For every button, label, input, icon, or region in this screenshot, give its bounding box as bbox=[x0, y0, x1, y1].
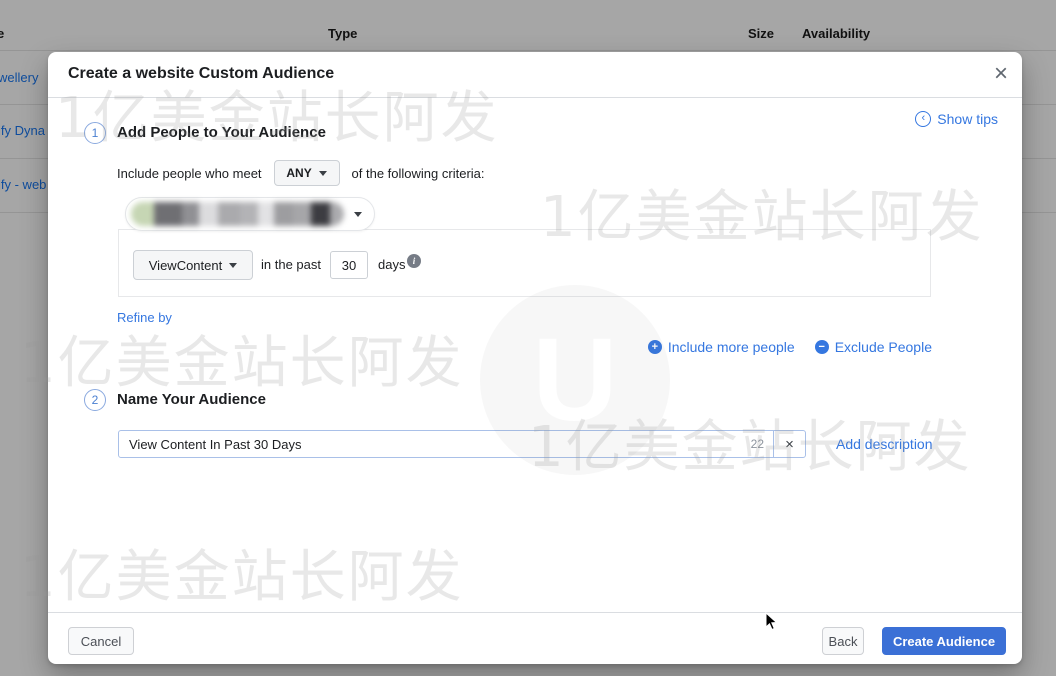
minus-circle-icon: − bbox=[815, 340, 829, 354]
days-input[interactable] bbox=[330, 251, 368, 279]
refine-by-link[interactable]: Refine by bbox=[117, 310, 172, 325]
step-1-badge: 1 bbox=[84, 122, 106, 144]
days-label: days bbox=[378, 257, 405, 272]
show-tips-link[interactable]: ‹ Show tips bbox=[915, 111, 998, 127]
header-divider bbox=[48, 97, 1022, 98]
match-any-dropdown[interactable]: ANY bbox=[274, 160, 340, 186]
exclude-people-label: Exclude People bbox=[835, 339, 932, 355]
char-count: 22 bbox=[751, 437, 773, 451]
back-button[interactable]: Back bbox=[822, 627, 864, 655]
exclude-people-link[interactable]: − Exclude People bbox=[815, 339, 932, 355]
audience-name-field: 22 × bbox=[118, 430, 806, 458]
include-suffix-label: of the following criteria: bbox=[352, 166, 485, 181]
footer-divider bbox=[48, 612, 1022, 613]
include-more-people-label: Include more people bbox=[668, 339, 795, 355]
match-any-value: ANY bbox=[286, 166, 311, 180]
in-the-past-label: in the past bbox=[261, 257, 321, 272]
dialog-title: Create a website Custom Audience bbox=[68, 65, 334, 83]
caret-down-icon bbox=[229, 263, 237, 268]
event-dropdown[interactable]: ViewContent bbox=[133, 250, 253, 280]
pixel-source-dropdown[interactable] bbox=[125, 197, 375, 231]
match-rule-row: Include people who meet ANY of the follo… bbox=[117, 160, 485, 186]
event-dropdown-value: ViewContent bbox=[149, 258, 222, 273]
audience-name-input[interactable] bbox=[119, 431, 751, 457]
cancel-button[interactable]: Cancel bbox=[68, 627, 134, 655]
include-more-people-link[interactable]: + Include more people bbox=[648, 339, 795, 355]
step-1-title: Add People to Your Audience bbox=[117, 124, 326, 141]
create-audience-button[interactable]: Create Audience bbox=[882, 627, 1006, 655]
redacted-pixel-name bbox=[131, 202, 344, 226]
step-2-title: Name Your Audience bbox=[117, 391, 266, 408]
caret-down-icon bbox=[354, 212, 362, 217]
include-exclude-row: + Include more people − Exclude People bbox=[648, 339, 932, 355]
close-icon[interactable]: × bbox=[994, 60, 1008, 89]
plus-circle-icon: + bbox=[648, 340, 662, 354]
include-prefix-label: Include people who meet bbox=[117, 166, 262, 181]
step-2-badge: 2 bbox=[84, 389, 106, 411]
clear-name-button[interactable]: × bbox=[773, 431, 805, 457]
add-description-link[interactable]: Add description bbox=[836, 436, 933, 452]
caret-down-icon bbox=[319, 171, 327, 176]
chevron-left-circle-icon: ‹ bbox=[915, 111, 931, 127]
show-tips-label: Show tips bbox=[937, 111, 998, 127]
create-custom-audience-dialog: Create a website Custom Audience × ‹ Sho… bbox=[48, 52, 1022, 664]
info-icon[interactable]: i bbox=[407, 254, 421, 268]
